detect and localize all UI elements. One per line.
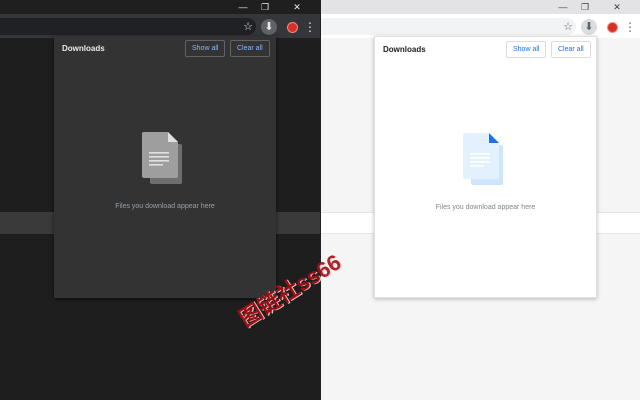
download-arrow-icon[interactable]: ⬇ (261, 19, 277, 35)
theme-divider (320, 0, 321, 400)
extension-icon[interactable] (284, 19, 300, 35)
dark-theme-browser: — ❐ ✕ ☆ ⬇ ⋮ Downloads Show all Clear all… (0, 0, 320, 400)
more-vert-icon[interactable]: ⋮ (302, 19, 318, 35)
star-icon[interactable]: ☆ (560, 19, 576, 35)
browser-toolbar: ☆ ⬇ ⋮ (0, 14, 320, 38)
download-arrow-icon[interactable]: ⬇ (581, 19, 597, 35)
more-vert-icon[interactable]: ⋮ (622, 19, 638, 35)
empty-downloads-message: Files you download appear here (435, 204, 536, 211)
star-icon[interactable]: ☆ (240, 19, 256, 35)
file-document-icon (463, 133, 503, 185)
empty-downloads-message: Files you download appear here (115, 203, 215, 210)
minimize-button[interactable]: — (232, 0, 254, 14)
minimize-button[interactable]: — (552, 0, 574, 14)
extension-badge (606, 21, 618, 33)
show-all-button[interactable]: Show all (185, 40, 226, 57)
downloads-popup: Downloads Show all Clear all Files you d… (374, 36, 597, 298)
close-button[interactable]: ✕ (606, 0, 628, 14)
address-bar[interactable] (320, 18, 576, 35)
maximize-button[interactable]: ❐ (254, 0, 276, 14)
title-bar: — ❐ ✕ (0, 0, 320, 14)
extension-icon[interactable] (604, 19, 620, 35)
light-theme-browser: — ❐ ✕ ☆ ⬇ ⋮ Downloads Show all Clear all… (320, 0, 640, 400)
extension-badge (286, 21, 298, 33)
close-button[interactable]: ✕ (286, 0, 308, 14)
maximize-button[interactable]: ❐ (574, 0, 596, 14)
clear-all-button[interactable]: Clear all (230, 40, 270, 57)
popup-title: Downloads (383, 45, 426, 54)
file-document-icon (142, 132, 182, 184)
popup-title: Downloads (62, 44, 105, 53)
clear-all-button[interactable]: Clear all (551, 41, 591, 58)
downloads-popup: Downloads Show all Clear all Files you d… (54, 36, 276, 298)
address-bar[interactable] (0, 18, 256, 35)
show-all-button[interactable]: Show all (506, 41, 547, 58)
browser-toolbar: ☆ ⬇ ⋮ (320, 14, 640, 38)
title-bar: — ❐ ✕ (320, 0, 640, 14)
